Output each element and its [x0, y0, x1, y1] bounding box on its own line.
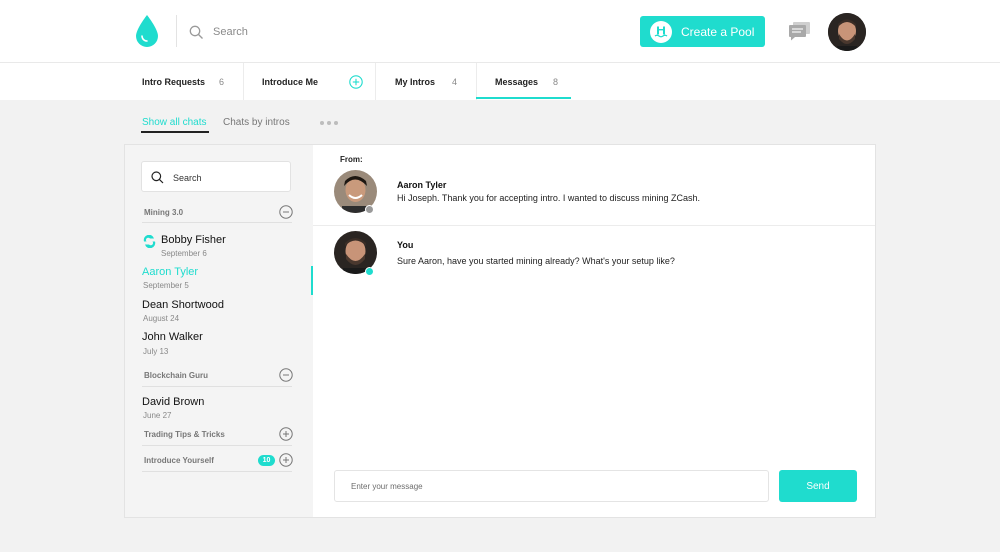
- message-sender: Aaron Tyler: [397, 180, 447, 190]
- active-tab-indicator: [476, 97, 571, 99]
- tab-label: Intro Requests: [142, 76, 206, 87]
- expand-plus-icon[interactable]: [279, 427, 293, 441]
- logo-drop-icon[interactable]: [134, 14, 160, 48]
- tab-count: 6: [219, 76, 225, 87]
- group-divider: [142, 471, 292, 472]
- group-divider: [142, 445, 292, 446]
- create-pool-label: Create a Pool: [681, 24, 755, 39]
- collapse-minus-icon[interactable]: [279, 205, 293, 219]
- group-divider: [142, 222, 292, 223]
- subtab-chats-by-intros[interactable]: Chats by intros: [223, 117, 290, 128]
- intro-source-icon: [143, 235, 156, 248]
- tab-label: My Intros: [395, 76, 436, 87]
- create-pool-button[interactable]: Create a Pool: [640, 16, 765, 47]
- message-sender: You: [397, 240, 414, 250]
- contact-name[interactable]: John Walker: [142, 331, 203, 343]
- tab-introduce-me[interactable]: Introduce Me: [262, 63, 318, 100]
- group-title-blockchain: Blockchain Guru: [144, 371, 209, 380]
- contact-date: September 5: [143, 281, 189, 290]
- group-title-trading: Trading Tips & Tricks: [144, 430, 225, 439]
- header-search-input[interactable]: Search: [213, 26, 248, 38]
- tab-label: Introduce Me: [262, 76, 319, 87]
- offline-status-dot: [365, 205, 374, 214]
- message-input-placeholder: Enter your message: [351, 482, 423, 491]
- search-icon[interactable]: [189, 25, 204, 40]
- group-divider: [142, 386, 292, 387]
- from-label: From:: [340, 155, 363, 164]
- collapse-minus-icon[interactable]: [279, 368, 293, 382]
- tab-intro-requests[interactable]: Intro Requests 6: [142, 63, 224, 100]
- tab-divider: [476, 63, 477, 100]
- search-icon: [151, 171, 164, 184]
- unread-count-badge: 10: [258, 455, 275, 466]
- contact-name[interactable]: Dean Shortwood: [142, 299, 224, 311]
- tab-count: 8: [553, 76, 559, 87]
- header-divider: [176, 15, 177, 47]
- tab-messages[interactable]: Messages 8: [495, 63, 558, 100]
- group-title-introduce: Introduce Yourself: [144, 456, 214, 465]
- user-avatar[interactable]: [828, 13, 866, 51]
- contact-date: June 27: [143, 411, 172, 420]
- add-intro-plus-icon[interactable]: [349, 75, 363, 89]
- subtab-active-indicator: [141, 131, 209, 133]
- contact-name[interactable]: Bobby Fisher: [161, 234, 226, 246]
- contact-date: August 24: [143, 314, 180, 323]
- chat-bubbles-icon[interactable]: [788, 21, 811, 41]
- tab-my-intros[interactable]: My Intros 4: [395, 63, 457, 100]
- sidebar-search-placeholder: Search: [173, 173, 202, 183]
- expand-plus-icon[interactable]: [279, 453, 293, 467]
- send-button[interactable]: Send: [779, 470, 857, 502]
- more-options-icon[interactable]: [320, 121, 338, 125]
- online-status-dot: [365, 267, 374, 276]
- tab-count: 4: [452, 76, 458, 87]
- contact-name[interactable]: David Brown: [142, 396, 204, 408]
- message-text: Hi Joseph. Thank you for accepting intro…: [397, 193, 700, 203]
- contact-date: July 13: [143, 347, 169, 356]
- message-divider: [313, 225, 875, 226]
- tab-label: Messages: [495, 76, 539, 87]
- top-header: Search Create a Pool: [0, 0, 1000, 63]
- main-tabs: Intro Requests 6 Introduce Me My Intros …: [0, 63, 1000, 100]
- contact-date: September 6: [161, 249, 207, 258]
- message-text: Sure Aaron, have you started mining alre…: [397, 256, 675, 266]
- group-title-mining: Mining 3.0: [144, 208, 184, 217]
- contact-name-active[interactable]: Aaron Tyler: [142, 266, 198, 278]
- tab-divider: [243, 63, 244, 100]
- pool-icon: [650, 20, 672, 43]
- tab-divider: [375, 63, 376, 100]
- subtab-show-all-chats[interactable]: Show all chats: [142, 117, 206, 128]
